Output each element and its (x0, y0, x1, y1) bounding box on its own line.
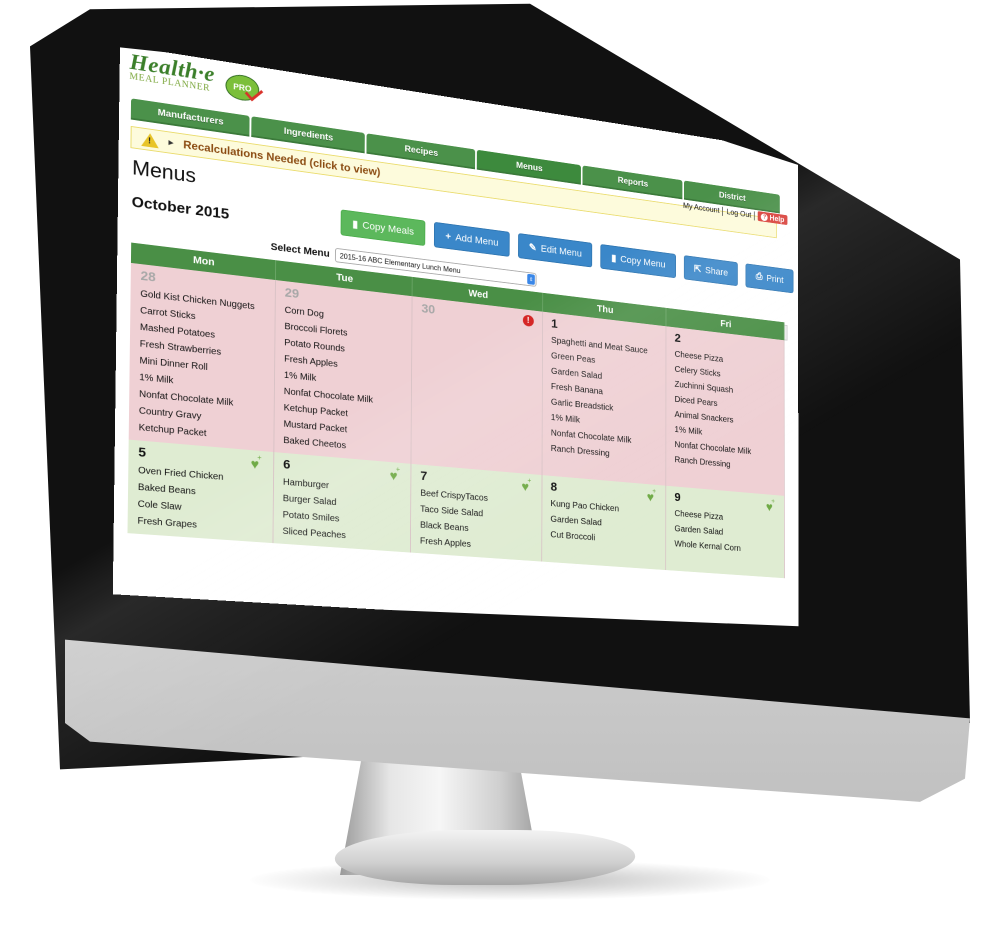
calendar-day-cell[interactable]: 28 Gold Kist Chicken Nuggets Carrot Sticks… (128, 262, 276, 453)
menu-calendar: Mon Tue Wed Thu Fri 28 Gold Kist Chicken … (127, 242, 785, 579)
warning-icon: ! (141, 131, 159, 148)
page-title: Menus (132, 155, 197, 188)
document-icon: ▮ (352, 218, 358, 231)
calendar-day-cell[interactable]: 30! (411, 296, 543, 476)
copy-menu-label: Copy Menu (620, 253, 666, 270)
monitor: Health·e MEAL PLANNER PRO Manufacturers … (0, 0, 1000, 927)
heart-plus-icon[interactable]: ♥+ (521, 476, 533, 494)
print-label: Print (766, 273, 784, 286)
share-button[interactable]: ⇱ Share (683, 255, 739, 287)
calendar-month-title: October 2015 (131, 194, 230, 223)
add-menu-button[interactable]: + Add Menu (434, 221, 510, 257)
copy-meals-label: Copy Meals (362, 219, 414, 238)
heart-plus-icon[interactable]: ♥+ (766, 497, 776, 514)
app-page: Health·e MEAL PLANNER PRO Manufacturers … (112, 45, 799, 631)
print-icon: ⎙ (755, 271, 763, 282)
calendar-day-cell[interactable]: 5 ♥+ Oven Fried Chicken Baked Beans Cole Sla… (127, 439, 274, 544)
edit-icon: ✎ (528, 242, 537, 254)
edit-menu-label: Edit Menu (540, 243, 582, 259)
calendar-day-cell[interactable]: 6 ♥+ Hamburger Burger Salad Potato Smiles Sli… (273, 452, 412, 553)
plus-icon: + (445, 230, 452, 242)
copy-meals-button[interactable]: ▮ Copy Meals (340, 209, 426, 247)
calendar-day-cell[interactable]: 7 ♥+ Beef CrispyTacos Taco Side Salad Black … (410, 463, 543, 562)
help-icon: ? (761, 212, 769, 222)
caret-right-icon: ▶ (168, 139, 174, 147)
share-label: Share (705, 265, 729, 278)
document-icon: ▮ (611, 253, 617, 264)
calendar-day-cell[interactable]: 1 Spaghetti and Meat Sauce Green Peas Garde… (542, 311, 667, 486)
divider (754, 210, 756, 221)
select-menu-label: Select Menu (270, 241, 330, 260)
calendar-day-cell[interactable]: 8 ♥+ Kung Pao Chicken Garden Salad Cut Brocc… (541, 475, 667, 571)
print-button[interactable]: ⎙ Print (745, 263, 794, 294)
help-label: Help (769, 213, 785, 224)
divider (722, 206, 724, 216)
share-icon: ⇱ (693, 263, 702, 275)
copy-menu-button[interactable]: ▮ Copy Menu (600, 244, 676, 279)
edit-menu-button[interactable]: ✎ Edit Menu (517, 233, 593, 268)
heart-plus-icon[interactable]: ♥+ (251, 453, 264, 472)
select-arrows-icon: ⇕ (527, 273, 535, 285)
heart-plus-icon[interactable]: ♥+ (390, 465, 402, 484)
monitor-scene: Health·e MEAL PLANNER PRO Manufacturers … (0, 0, 1000, 927)
add-menu-label: Add Menu (455, 232, 499, 249)
calendar-day-cell[interactable]: 29 Corn Dog Broccoli Florets Potato Rounds F… (273, 280, 413, 464)
calendar-day-cell[interactable]: 2 Cheese Pizza Celery Sticks Zuchinni Squas… (666, 326, 785, 496)
calendar-day-cell[interactable]: 9 ♥+ Cheese Pizza Garden Salad Whole Kernal … (666, 485, 785, 579)
error-alert-icon[interactable]: ! (522, 314, 534, 327)
heart-plus-icon[interactable]: ♥+ (647, 487, 658, 505)
